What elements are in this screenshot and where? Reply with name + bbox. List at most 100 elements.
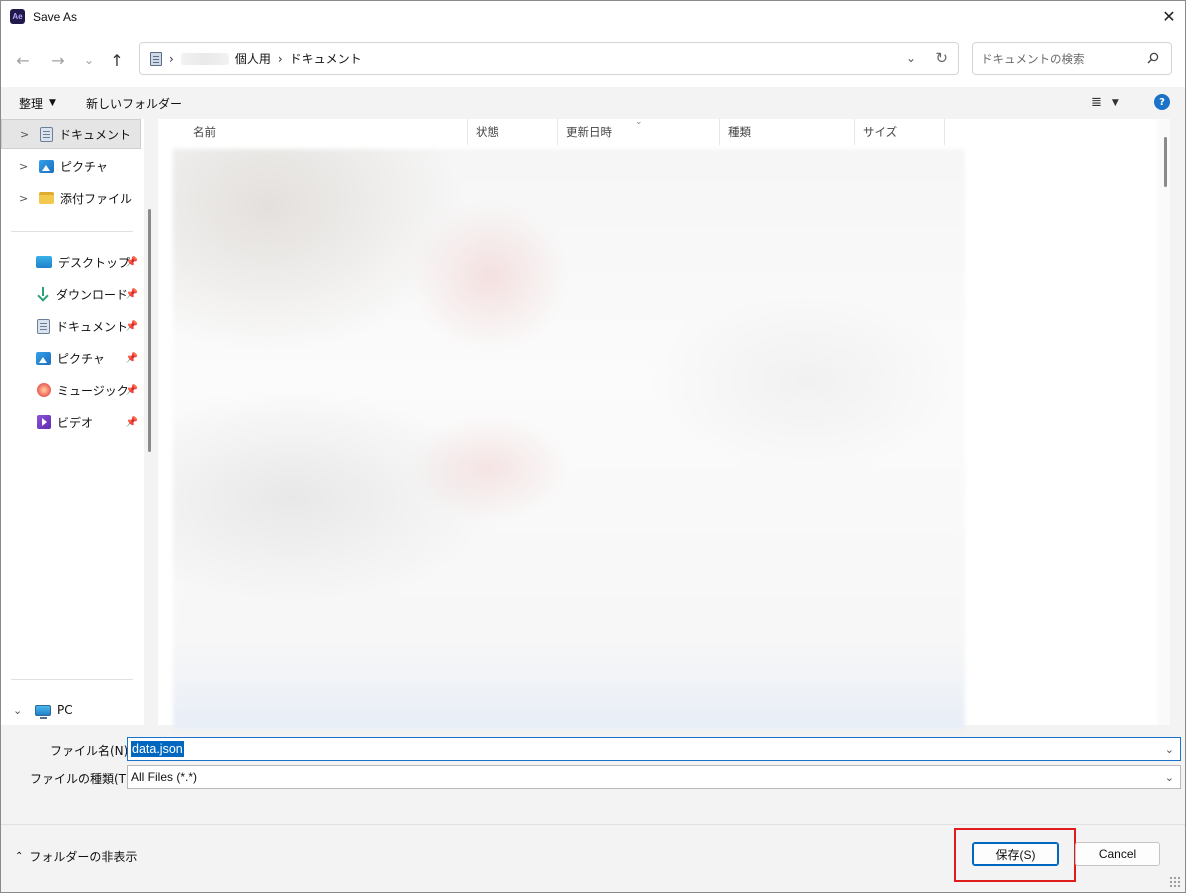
change-view-button[interactable]: ≣ ▼: [1091, 95, 1119, 110]
filetype-label: ファイルの種類(T):: [30, 772, 135, 786]
column-header-name[interactable]: 名前: [185, 119, 468, 145]
column-header-status[interactable]: 状態: [468, 119, 558, 145]
sidebar-item-label: ミュージック: [57, 383, 129, 398]
music-icon: [37, 383, 51, 397]
documents-location-icon: [150, 51, 162, 66]
address-dropdown-icon[interactable]: ⌄: [906, 51, 916, 65]
organize-label: 整理: [19, 96, 44, 111]
nav-divider: [11, 679, 133, 680]
chevron-down-icon[interactable]: ⌄: [13, 704, 27, 717]
search-icon[interactable]: [1147, 52, 1159, 64]
sidebar-item-desktop[interactable]: デスクトップ 📌: [1, 247, 141, 277]
search-input[interactable]: [981, 51, 1141, 66]
chevron-down-icon[interactable]: ⌄: [1165, 743, 1174, 756]
pin-icon[interactable]: 📌: [126, 321, 138, 332]
sidebar-item-pc[interactable]: ⌄ PC: [1, 695, 141, 725]
pictures-icon: [36, 351, 51, 365]
sidebar-item-label: ピクチャ: [60, 159, 108, 174]
chevron-right-icon[interactable]: >: [19, 160, 33, 173]
pin-icon[interactable]: 📌: [126, 417, 138, 428]
filetype-row: ファイルの種類(T): All Files (*.*) ⌄: [1, 764, 1185, 790]
filename-input[interactable]: data.json ⌄: [127, 737, 1181, 761]
close-icon: ✕: [1162, 7, 1176, 26]
sidebar-item-label: デスクトップ: [58, 255, 131, 270]
sidebar-item-downloads[interactable]: ダウンロード 📌: [1, 279, 141, 309]
hide-folders-label: フォルダーの非表示: [29, 850, 138, 864]
address-bar[interactable]: › 個人用 › ドキュメント ⌄ ↻: [139, 42, 959, 75]
chevron-right-icon[interactable]: >: [20, 128, 34, 141]
back-arrow-icon: ←: [16, 50, 30, 70]
sidebar-item-label: ビデオ: [57, 415, 94, 430]
forward-button[interactable]: →: [47, 49, 69, 71]
filename-row: ファイル名(N): data.json ⌄: [1, 736, 1185, 762]
download-icon: [36, 287, 50, 301]
pin-icon[interactable]: 📌: [126, 353, 138, 364]
file-list[interactable]: 名前 状態 更新日時 ⌄ 種類 サイズ: [158, 117, 1170, 729]
footer-divider: [1, 824, 1185, 825]
navigation-row: ← → ⌄ ↑ › 個人用 › ドキュメント ⌄ ↻: [1, 32, 1185, 87]
search-box[interactable]: [972, 42, 1172, 75]
document-icon: [40, 126, 53, 142]
chevron-down-icon: ⌄: [83, 53, 95, 67]
navigation-scrollbar[interactable]: [148, 209, 151, 452]
sidebar-item-documents[interactable]: > ドキュメント: [1, 119, 141, 149]
sidebar-item-documents-quick[interactable]: ドキュメント 📌: [1, 311, 141, 341]
pin-icon[interactable]: 📌: [126, 257, 138, 268]
file-list-scrollbar[interactable]: [1157, 119, 1170, 725]
sidebar-item-label: ドキュメント: [56, 319, 129, 334]
navigation-pane: > ドキュメント > ピクチャ > 添付ファイル デスクトップ 📌 ダウンロード…: [1, 119, 144, 725]
close-button[interactable]: ✕: [1153, 1, 1185, 32]
recent-locations-button[interactable]: ⌄: [78, 49, 100, 71]
folder-icon: [39, 192, 54, 204]
sidebar-item-label: PC: [57, 703, 73, 717]
sidebar-item-label: ピクチャ: [57, 351, 105, 366]
sidebar-item-videos[interactable]: ビデオ 📌: [1, 407, 141, 437]
help-icon[interactable]: ?: [1154, 94, 1170, 110]
up-arrow-icon: ↑: [110, 50, 124, 70]
sidebar-item-label: ダウンロード: [56, 287, 129, 302]
filetype-select[interactable]: All Files (*.*) ⌄: [127, 765, 1181, 789]
window-title: Save As: [33, 9, 78, 24]
sidebar-item-pictures-quick[interactable]: ピクチャ 📌: [1, 343, 141, 373]
forward-arrow-icon: →: [51, 50, 65, 70]
pin-icon[interactable]: 📌: [126, 385, 138, 396]
redacted-breadcrumb: [180, 52, 229, 65]
chevron-right-icon[interactable]: >: [19, 192, 33, 205]
save-button[interactable]: 保存(S): [972, 842, 1059, 866]
pictures-icon: [39, 159, 54, 173]
document-icon: [37, 318, 50, 334]
filetype-value: All Files (*.*): [131, 770, 198, 784]
sort-indicator-icon: ⌄: [635, 117, 643, 127]
command-bar: 整理 ▼ 新しいフォルダー ≣ ▼ ?: [1, 87, 1185, 119]
desktop-icon: [36, 256, 52, 268]
column-header-size[interactable]: サイズ: [855, 119, 945, 145]
new-folder-button[interactable]: 新しいフォルダー: [86, 95, 182, 112]
sidebar-item-label: ドキュメント: [59, 127, 132, 142]
organize-menu-button[interactable]: 整理 ▼: [19, 95, 56, 112]
pin-icon[interactable]: 📌: [126, 289, 138, 300]
filename-label: ファイル名(N):: [50, 744, 133, 758]
pc-icon: [35, 704, 51, 719]
filename-value[interactable]: data.json: [131, 741, 184, 757]
breadcrumb-separator: ›: [277, 51, 283, 66]
back-button[interactable]: ←: [12, 49, 34, 71]
title-bar: Ae Save As ✕: [1, 1, 1185, 32]
breadcrumb-documents[interactable]: ドキュメント: [290, 50, 362, 67]
nav-divider: [11, 231, 133, 232]
sidebar-item-label: 添付ファイル: [60, 191, 133, 206]
sidebar-item-music[interactable]: ミュージック 📌: [1, 375, 141, 405]
cancel-button[interactable]: Cancel: [1075, 842, 1160, 866]
scrollbar-thumb[interactable]: [1164, 137, 1167, 187]
resize-grip-icon[interactable]: [1169, 876, 1181, 888]
save-as-dialog: Ae Save As ✕ ← → ⌄ ↑ › 個人用 › ドキュメント ⌄ ↻: [0, 0, 1186, 893]
column-header-type[interactable]: 種類: [720, 119, 855, 145]
video-icon: [37, 415, 51, 429]
sidebar-item-pictures[interactable]: > ピクチャ: [1, 151, 141, 181]
hide-folders-button[interactable]: ⌃ フォルダーの非表示: [15, 848, 137, 865]
refresh-icon[interactable]: ↻: [935, 49, 948, 67]
chevron-down-icon[interactable]: ⌄: [1165, 771, 1174, 784]
breadcrumb-personal[interactable]: 個人用: [235, 50, 271, 67]
sidebar-item-attachments[interactable]: > 添付ファイル: [1, 183, 141, 213]
caret-down-icon: ▼: [49, 98, 56, 108]
up-button[interactable]: ↑: [106, 49, 128, 71]
